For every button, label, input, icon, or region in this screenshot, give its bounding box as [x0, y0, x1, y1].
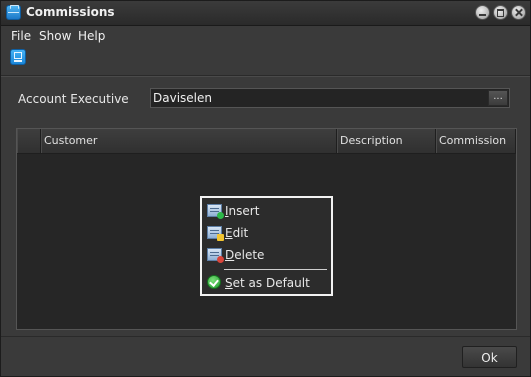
account-executive-field: ...: [150, 88, 510, 108]
commissions-window: Commissions File Show Help Account Execu…: [0, 0, 531, 377]
window-title: Commissions: [26, 5, 115, 19]
set-as-default-label: Set as Default: [225, 276, 310, 290]
maximize-button[interactable]: [493, 5, 508, 20]
edit-label: Edit: [225, 226, 249, 240]
maximize-icon: [497, 9, 504, 17]
menu-bar: File Show Help: [1, 26, 530, 46]
insert-icon: [207, 204, 224, 219]
row-selector-header[interactable]: [17, 129, 41, 153]
report-icon[interactable]: [10, 49, 26, 65]
account-executive-label: Account Executive: [18, 92, 129, 106]
briefcase-icon: [6, 5, 21, 20]
menu-item-edit[interactable]: Edit: [205, 223, 328, 243]
browse-button[interactable]: ...: [488, 90, 508, 106]
delete-label: Delete: [225, 248, 265, 262]
delete-icon: [207, 248, 224, 263]
context-menu-divider: [224, 269, 327, 270]
menu-item-insert[interactable]: Insert: [205, 201, 328, 221]
minimize-icon: [479, 14, 486, 16]
toolbar-divider: [1, 75, 530, 77]
close-button[interactable]: [511, 5, 526, 20]
ok-button[interactable]: Ok: [462, 346, 517, 368]
title-bar[interactable]: Commissions: [1, 1, 530, 26]
column-header-description[interactable]: Description: [337, 129, 436, 153]
menu-item-set-as-default[interactable]: Set as Default: [205, 273, 328, 293]
minimize-button[interactable]: [475, 5, 490, 20]
grid-header: Customer Description Commission: [17, 129, 516, 154]
checkmark-icon: [207, 275, 221, 289]
context-menu: Insert Edit Delete Set as Default: [200, 196, 333, 296]
menu-item-delete[interactable]: Delete: [205, 245, 328, 265]
insert-label: Insert: [225, 204, 260, 218]
column-header-commission[interactable]: Commission: [436, 129, 516, 153]
menu-help[interactable]: Help: [78, 29, 105, 43]
account-executive-input[interactable]: [153, 90, 483, 106]
menu-show[interactable]: Show: [39, 29, 71, 43]
footer-divider: [1, 336, 530, 337]
column-header-customer[interactable]: Customer: [41, 129, 337, 153]
edit-icon: [207, 226, 224, 241]
menu-file[interactable]: File: [11, 29, 31, 43]
